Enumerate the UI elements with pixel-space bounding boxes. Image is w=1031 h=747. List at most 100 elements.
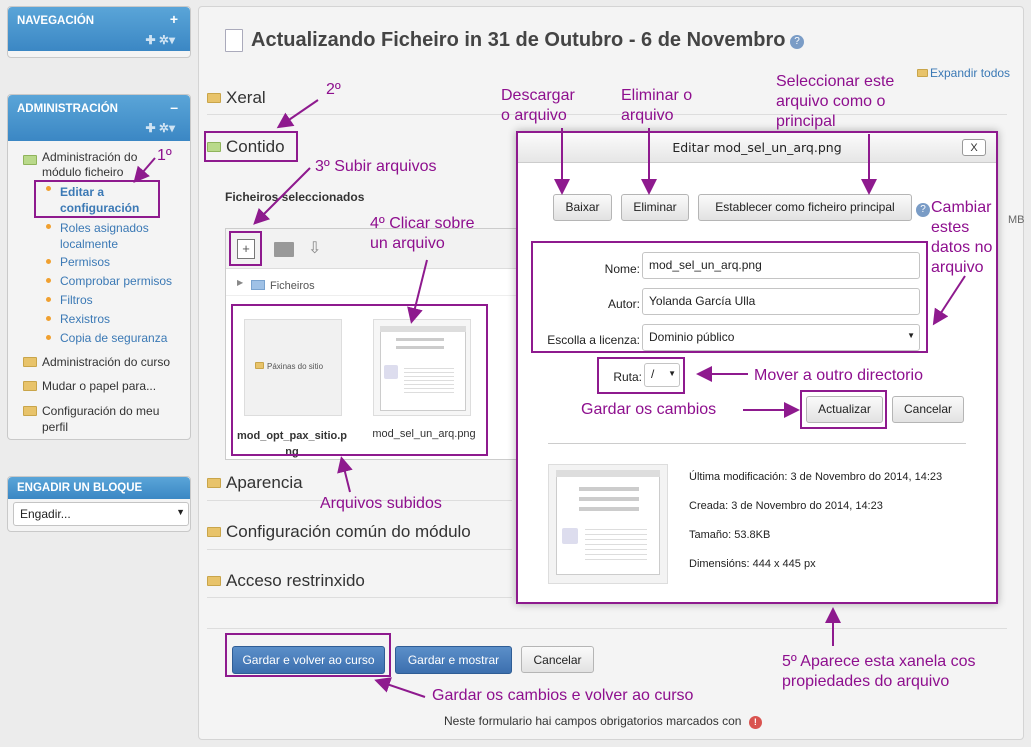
annotation-2: 2º [326, 81, 341, 98]
annotation-appears-line2: propiedades do arquivo [782, 673, 950, 690]
annotation-save-return: Gardar os cambios e volver ao curso [432, 687, 694, 704]
folder-icon [251, 280, 265, 290]
annotation-change-line3: datos no [931, 239, 993, 256]
divider [548, 443, 966, 444]
highlight-files [231, 304, 488, 456]
permissions-link[interactable]: Permisos [60, 255, 110, 269]
roles-label: Roles asignados [60, 221, 149, 235]
section-config-comun[interactable]: Configuración común do módulo [207, 522, 471, 542]
profile-settings-item[interactable]: Configuración do meu perfil [23, 403, 159, 435]
annotation-delete-line1: Eliminar o [621, 87, 693, 104]
profile-settings-label-2: perfil [42, 420, 69, 434]
help-icon[interactable]: ? [790, 35, 804, 49]
logs-link[interactable]: Rexistros [60, 312, 110, 326]
switch-role-label: Mudar o papel para... [42, 379, 157, 393]
switch-role-item[interactable]: Mudar o papel para... [23, 379, 156, 393]
annotation-change-line1: Cambiar [931, 199, 992, 216]
annotation-appears: 5º Aparece esta xanela cos propiedades d… [782, 652, 976, 692]
page-title: Actualizando Ficheiro in 31 de Outubro -… [251, 29, 786, 51]
section-acceso-label: Acceso restrinxido [226, 571, 365, 590]
dialog-cancel-button[interactable]: Cancelar [892, 396, 964, 423]
delete-button[interactable]: Eliminar [621, 194, 689, 221]
filters-link[interactable]: Filtros [60, 293, 93, 307]
created: Creada: 3 de Novembro do 2014, 14:23 [689, 500, 883, 512]
section-config-comun-label: Configuración común do módulo [226, 522, 471, 541]
annotation-save-changes: Gardar os cambios [581, 401, 717, 418]
add-block-select[interactable]: Engadir... ▼ [13, 502, 189, 526]
bullet-icon [46, 335, 51, 340]
expand-arrow-icon[interactable]: ▶ [237, 278, 243, 287]
module-admin-label-2: módulo ficheiro [42, 165, 124, 179]
annotation-3: 3º Subir arquivos [315, 158, 437, 175]
section-aparencia-label: Aparencia [226, 473, 303, 492]
breadcrumb-folder[interactable]: Ficheiros [270, 280, 315, 292]
check-permissions-link[interactable]: Comprobar permisos [60, 274, 172, 288]
annotation-change-line2: estes [931, 219, 970, 236]
plus-icon[interactable]: + [170, 11, 178, 27]
roles-link[interactable]: Roles asignados localmente [60, 220, 149, 252]
section-aparencia[interactable]: Aparencia [207, 473, 303, 493]
profile-settings-label: Configuración do meu [42, 404, 160, 418]
help-icon[interactable]: ? [916, 203, 930, 217]
create-folder-icon[interactable] [274, 242, 294, 257]
bullet-icon [46, 297, 51, 302]
navigation-block-header[interactable]: NAVEGACIÓN + ✚ ✲▾ [8, 7, 190, 51]
annotation-1: 1º [157, 147, 172, 164]
last-modified: Última modificación: 3 de Novembro do 20… [689, 471, 943, 483]
move-settings-icon[interactable]: ✚ ✲▾ [17, 121, 181, 135]
course-admin-label: Administración do curso [42, 355, 171, 369]
annotation-4: 4º Clicar sobre un arquivo [370, 214, 475, 254]
close-icon[interactable]: X [962, 139, 986, 156]
folder-icon [23, 406, 37, 416]
annotation-4-line2: un arquivo [370, 235, 445, 252]
set-main-button[interactable]: Establecer como ficheiro principal [698, 194, 912, 221]
file-size: Tamaño: 53.8KB [689, 529, 771, 541]
annotation-select-line1: Seleccionar este [776, 73, 895, 90]
move-settings-icon[interactable]: ✚ ✲▾ [17, 33, 181, 47]
minus-icon[interactable]: – [170, 99, 178, 115]
expand-all-label: Expandir todos [930, 66, 1011, 80]
navigation-title: NAVEGACIÓN [17, 15, 95, 27]
annotation-4-line1: 4º Clicar sobre [370, 215, 475, 232]
bullet-icon [46, 224, 51, 229]
selected-files-label: Ficheiros seleccionados [225, 190, 365, 204]
roles-label-2: localmente [60, 237, 119, 251]
cancel-button[interactable]: Cancelar [521, 646, 594, 673]
folder-open-icon [23, 153, 42, 167]
folder-icon [207, 92, 221, 103]
folder-icon [917, 68, 928, 77]
divider [207, 597, 512, 598]
save-show-button[interactable]: Gardar e mostrar [395, 646, 512, 674]
dialog-title: Editar mod_sel_un_arq.png [518, 133, 996, 163]
navigation-block: NAVEGACIÓN + ✚ ✲▾ [7, 6, 191, 58]
add-block-block: ENGADIR UN BLOQUE Engadir... ▼ [7, 476, 191, 532]
add-block-header: ENGADIR UN BLOQUE [8, 477, 190, 499]
annotation-download-line2: o arquivo [501, 107, 567, 124]
backup-link[interactable]: Copia de seguranza [60, 331, 167, 345]
expand-all-link[interactable]: Expandir todos [917, 66, 1010, 80]
required-note: Neste formulario hai campos obrigatorios… [444, 714, 762, 729]
download-all-icon[interactable]: ⇩ [308, 240, 326, 258]
annotation-uploaded: Arquivos subidos [320, 495, 442, 512]
download-button[interactable]: Baixar [553, 194, 612, 221]
module-admin-item[interactable]: Administración do módulo ficheiro [42, 150, 137, 180]
annotation-appears-line1: 5º Aparece esta xanela cos [782, 653, 976, 670]
section-acceso[interactable]: Acceso restrinxido [207, 571, 365, 591]
section-xeral[interactable]: Xeral [207, 88, 266, 108]
bullet-icon [46, 278, 51, 283]
bullet-icon [46, 259, 51, 264]
course-admin-item[interactable]: Administración do curso [23, 355, 170, 369]
annotation-download-line1: Descargar [501, 87, 575, 104]
section-xeral-label: Xeral [226, 88, 266, 107]
highlight-contido [204, 131, 298, 162]
annotation-move: Mover a outro directorio [754, 367, 923, 384]
divider [207, 549, 512, 550]
required-note-text: Neste formulario hai campos obrigatorios… [444, 714, 742, 728]
highlight-edit-settings [34, 180, 160, 218]
highlight-add-file [229, 231, 262, 266]
divider [207, 628, 1007, 629]
administration-block-header[interactable]: ADMINISTRACIÓN – ✚ ✲▾ [8, 95, 190, 141]
add-block-select-value: Engadir... [20, 507, 71, 521]
chevron-down-icon: ▼ [176, 507, 185, 517]
folder-icon [207, 477, 221, 488]
